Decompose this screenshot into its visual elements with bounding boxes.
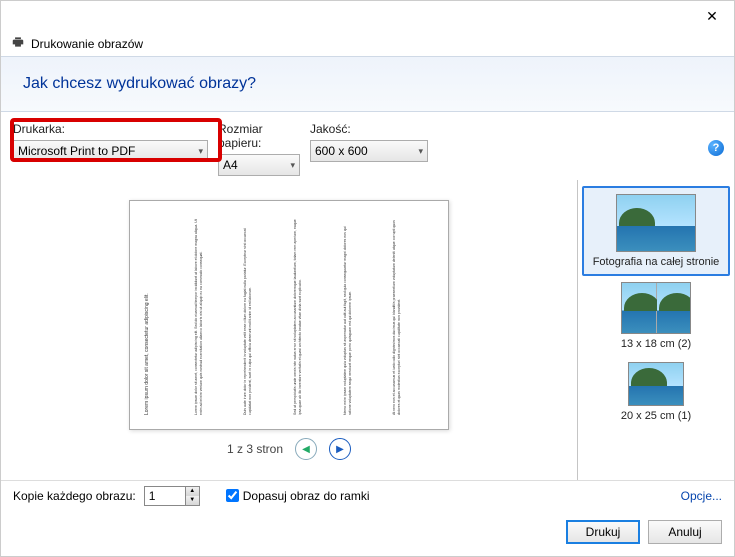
next-page-button[interactable]: ▶ — [329, 438, 351, 460]
paper-value: A4 — [223, 158, 238, 172]
preview-column: Sed ut perspiciatis unde omnis iste natu… — [293, 215, 335, 415]
paper-select[interactable]: A4 ▾ — [218, 154, 300, 176]
quality-value: 600 x 600 — [315, 144, 368, 158]
preview-column: Nemo enim ipsam voluptatem quia voluptas… — [343, 215, 385, 415]
preview-column: At vero eos et accusamus et iusto odio d… — [392, 215, 434, 415]
prev-page-button[interactable]: ◀ — [295, 438, 317, 460]
fit-label: Dopasuj obraz do ramki — [243, 489, 370, 503]
printer-value: Microsoft Print to PDF — [18, 144, 135, 158]
copies-spinner[interactable]: ▲ ▼ — [144, 486, 200, 506]
chevron-down-icon: ▾ — [290, 160, 295, 171]
printer-icon — [11, 35, 25, 52]
copies-input[interactable] — [145, 487, 185, 505]
copies-label: Kopie każdego obrazu: — [13, 489, 136, 503]
fit-checkbox[interactable] — [226, 489, 239, 502]
template-label: 13 x 18 cm (2) — [621, 338, 691, 350]
close-icon[interactable]: ✕ — [698, 6, 726, 26]
spin-up-button[interactable]: ▲ — [186, 487, 199, 496]
pager-status: 1 z 3 stron — [227, 442, 283, 456]
template-20x25[interactable]: 20 x 25 cm (1) — [578, 356, 734, 428]
banner-heading: Jak chcesz wydrukować obrazy? — [23, 75, 712, 93]
chevron-down-icon: ▾ — [198, 146, 203, 157]
template-label: Fotografia na całej stronie — [593, 256, 720, 268]
print-button[interactable]: Drukuj — [566, 520, 640, 544]
quality-label: Jakość: — [310, 122, 428, 136]
window-title: Drukowanie obrazów — [31, 37, 143, 51]
preview-title: Lorem ipsum dolor sit amet, consectetur … — [144, 215, 186, 415]
template-full-page[interactable]: Fotografia na całej stronie — [582, 186, 730, 276]
page-preview: Lorem ipsum dolor sit amet, consectetur … — [129, 200, 449, 430]
chevron-down-icon: ▾ — [418, 146, 423, 157]
template-13x18[interactable]: 13 x 18 cm (2) — [578, 276, 734, 356]
cancel-button[interactable]: Anuluj — [648, 520, 722, 544]
options-link[interactable]: Opcje... — [681, 489, 722, 503]
templates-panel[interactable]: Fotografia na całej stronie 13 x 18 cm (… — [577, 180, 734, 480]
printer-select[interactable]: Microsoft Print to PDF ▾ — [13, 140, 208, 162]
spin-down-button[interactable]: ▼ — [186, 496, 199, 505]
template-label: 20 x 25 cm (1) — [621, 410, 691, 422]
paper-label: Rozmiar papieru: — [218, 122, 300, 150]
preview-column: Duis aute irure dolor in reprehenderit i… — [243, 215, 285, 415]
printer-label: Drukarka: — [13, 122, 208, 136]
preview-column: Lorem ipsum dolor sit amet, consectetur … — [194, 215, 236, 415]
quality-select[interactable]: 600 x 600 ▾ — [310, 140, 428, 162]
help-icon[interactable]: ? — [708, 140, 724, 156]
